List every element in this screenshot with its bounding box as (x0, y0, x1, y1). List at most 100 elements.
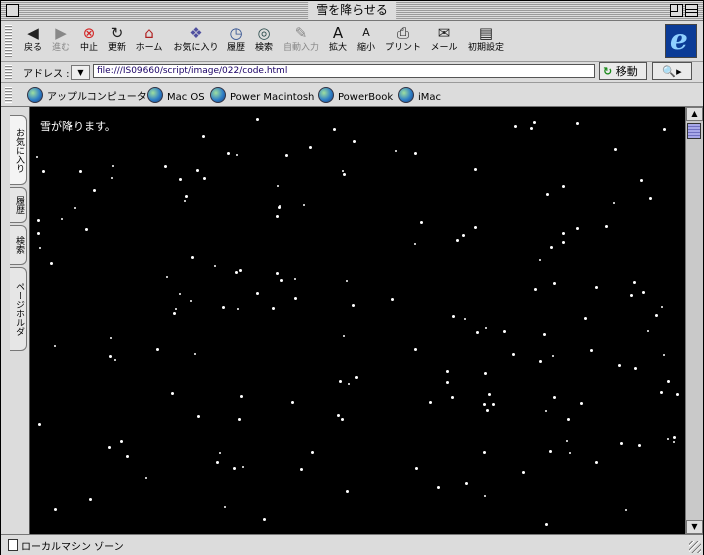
snowflake (567, 418, 570, 421)
snowflake (446, 381, 449, 384)
tab-search[interactable]: 検索 (10, 225, 27, 265)
snowflake (620, 442, 623, 445)
address-dropdown[interactable]: ▼ (71, 65, 90, 80)
snowflake (110, 337, 112, 339)
snowflake (294, 297, 297, 300)
ie-logo[interactable]: e (665, 23, 697, 58)
tab-favorites[interactable]: お気に入り (10, 115, 27, 185)
magnifier-icon: 🔍 (662, 65, 677, 78)
search-button[interactable]: 🔍▸ (652, 62, 692, 80)
toolbar-button-10[interactable]: A 縮小 (355, 24, 377, 58)
snowflake (343, 173, 346, 176)
toolbar-button-label: 初期設定 (467, 43, 504, 53)
snowflake (352, 304, 355, 307)
snowflake (486, 409, 489, 412)
toolbar-button-12[interactable]: ✉ メール (429, 24, 459, 58)
snowflake (184, 200, 186, 202)
toolbar-button-13[interactable]: ▤ 初期設定 (466, 24, 506, 58)
snowflake (676, 393, 679, 396)
toolbar-button-9[interactable]: A 拡大 (327, 24, 349, 58)
favorite-label: PowerBook (338, 92, 394, 103)
snowflake (256, 292, 259, 295)
snowflake (175, 308, 177, 310)
preferences-icon: ▤ (478, 24, 494, 42)
scroll-thumb[interactable] (687, 123, 701, 139)
snowflake (437, 486, 440, 489)
snowflake (156, 348, 159, 351)
zoom-box[interactable] (670, 4, 683, 17)
snowflake (190, 300, 192, 302)
page-content[interactable]: 雪が降ります。 (29, 107, 685, 534)
snow-message: 雪が降ります。 (40, 120, 116, 133)
favorite-label: iMac (418, 92, 442, 103)
scroll-down-button[interactable]: ▼ (686, 520, 703, 534)
globe-icon (318, 87, 334, 103)
favorites-grip[interactable] (5, 87, 12, 103)
toolbar-button-4[interactable]: ⌂ ホーム (134, 24, 164, 58)
snowflake (391, 298, 394, 301)
snowflake (166, 276, 168, 278)
favorite-link-1[interactable]: Mac OS (147, 87, 205, 103)
snowflake (37, 219, 40, 222)
favorite-link-4[interactable]: iMac (398, 87, 441, 103)
toolbar-button-label: プリント (384, 43, 421, 53)
snowflake (512, 353, 515, 356)
snowflake (553, 396, 556, 399)
snowflake (484, 372, 487, 375)
tab-page-holder[interactable]: ページホルダ (10, 267, 27, 351)
snowflake (222, 306, 225, 309)
snowflake (256, 118, 259, 121)
toolbar-button-2[interactable]: ⊗ 中止 (78, 24, 100, 58)
toolbar-grip[interactable] (5, 25, 12, 57)
snowflake (663, 354, 665, 356)
vertical-scrollbar[interactable]: ▲ ▼ (685, 107, 703, 534)
resize-grip[interactable] (689, 541, 701, 553)
toolbar-button-6[interactable]: ◷ 履歴 (225, 24, 247, 58)
scroll-up-button[interactable]: ▲ (686, 107, 703, 121)
snowflake (342, 170, 344, 172)
snowflake (74, 207, 76, 209)
snowflake (464, 318, 466, 320)
favorite-link-3[interactable]: PowerBook (318, 87, 393, 103)
address-input[interactable] (93, 64, 595, 78)
toolbar-button-3[interactable]: ↻ 更新 (106, 24, 128, 58)
favorite-link-2[interactable]: Power Macintosh (210, 87, 314, 103)
toolbar-button-8[interactable]: ✎ 自動入力 (281, 24, 321, 58)
toolbar-button-label: 自動入力 (282, 43, 319, 53)
snowflake (164, 165, 167, 168)
snowflake (429, 401, 432, 404)
snowflake (70, 125, 72, 127)
snowflake (638, 444, 641, 447)
snowflake (276, 215, 279, 218)
snowflake (42, 170, 45, 173)
address-grip[interactable] (5, 65, 12, 79)
snowflake (54, 345, 56, 347)
toolbar-button-label: 更新 (107, 43, 126, 53)
toolbar-button-11[interactable]: ⎙ プリント (384, 24, 422, 58)
snowflake (465, 482, 468, 485)
toolbar-button-5[interactable]: ❖ お気に入り (171, 24, 221, 58)
close-box[interactable] (6, 4, 19, 17)
toolbar-button-label: 履歴 (226, 43, 245, 53)
toolbar-button-7[interactable]: ◎ 検索 (253, 24, 275, 58)
autofill-icon: ✎ (294, 24, 308, 42)
go-button[interactable]: ↻ 移動 (599, 62, 647, 80)
snowflake (185, 195, 188, 198)
snowflake (595, 461, 598, 464)
explorer-bar-tabs: お気に入り 履歴 検索 ページホルダ (1, 107, 31, 534)
snowflake (227, 152, 230, 155)
larger-text-icon: A (332, 24, 344, 42)
toolbar-button-0[interactable]: ◀ 戻る (22, 24, 44, 58)
toolbar-button-1[interactable]: ▶ 進む (50, 24, 72, 58)
snowflake (38, 423, 41, 426)
favorite-link-0[interactable]: アップルコンピュータ (27, 87, 147, 103)
snowflake (590, 349, 593, 352)
snowflake (488, 393, 491, 396)
snowflake (673, 441, 675, 443)
toolbar-button-label: 戻る (23, 43, 42, 53)
favorite-label: Mac OS (167, 92, 205, 103)
title-bar[interactable]: 雪を降らせる (1, 1, 703, 21)
collapse-box[interactable] (685, 4, 698, 17)
tab-history[interactable]: 履歴 (10, 187, 27, 223)
snowflake (191, 256, 194, 259)
